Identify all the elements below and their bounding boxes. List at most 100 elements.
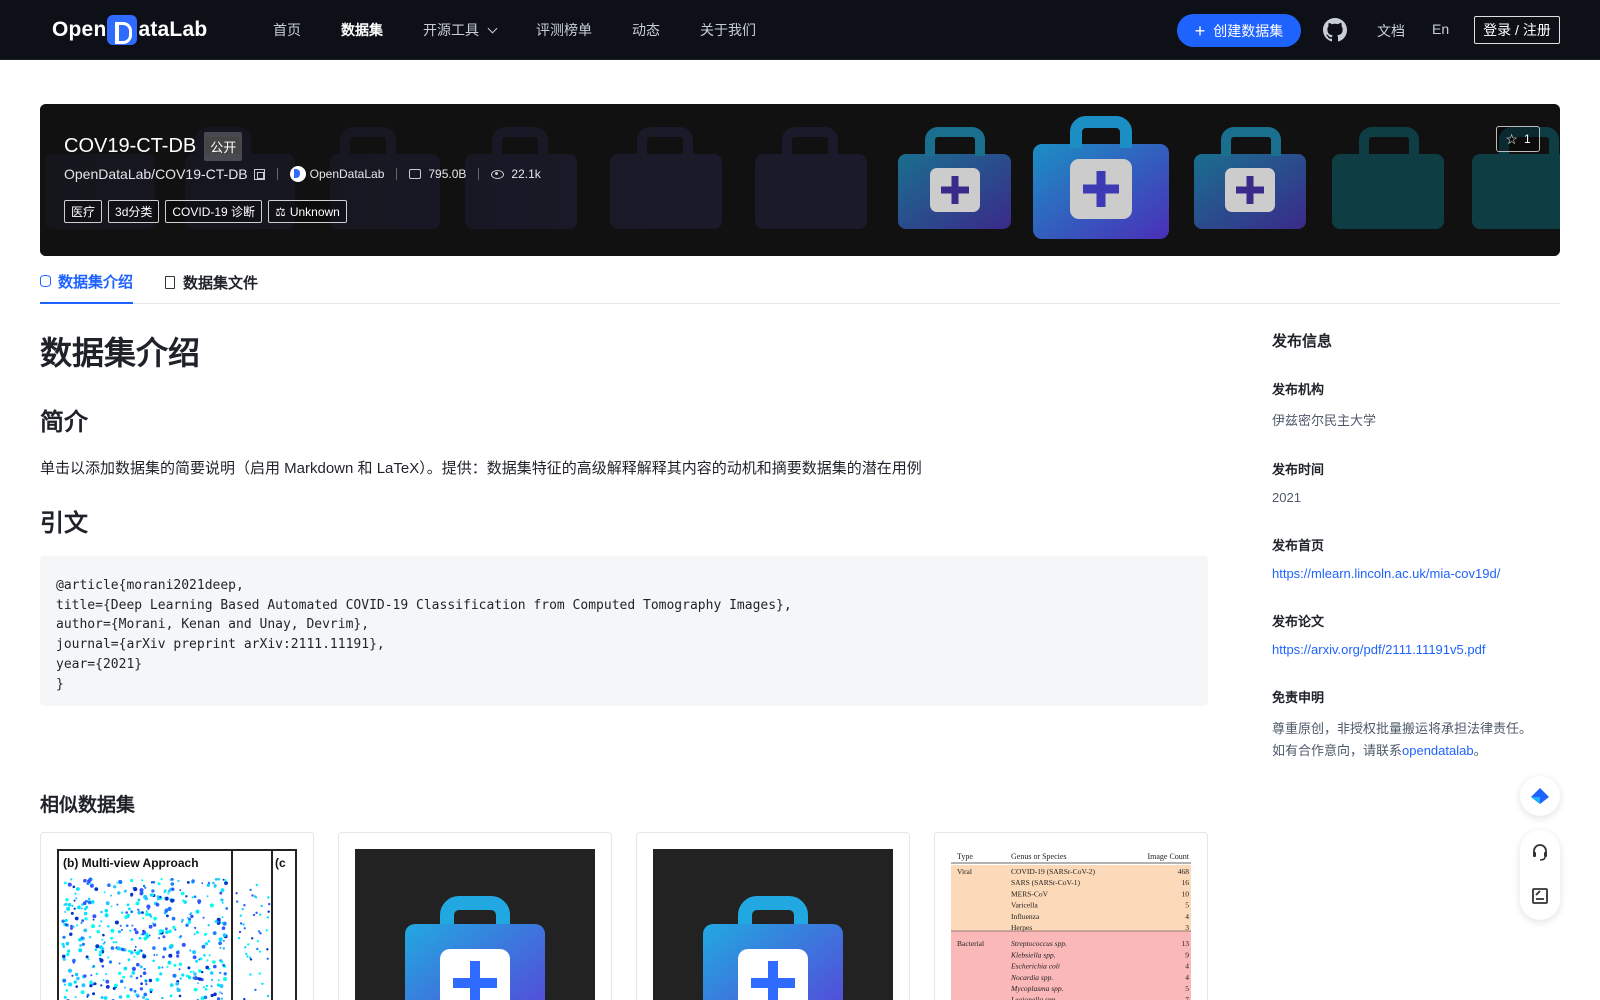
- medkit-icon: [703, 896, 843, 1000]
- dataset-banner: COV19-CT-DB 公开 OpenDataLab/COV19-CT-DB O…: [40, 104, 1560, 256]
- star-count: 1: [1523, 132, 1531, 146]
- table-cell: Varicella: [1011, 901, 1038, 910]
- headset-icon: [1533, 844, 1547, 861]
- thumb-caption: (c: [275, 856, 286, 870]
- floating-toolbar: [1520, 830, 1560, 920]
- feedback-button[interactable]: [1520, 874, 1560, 918]
- star-button[interactable]: ☆ 1: [1496, 126, 1540, 152]
- tag-covid19-diagnosis[interactable]: COVID-19 诊断: [165, 200, 263, 223]
- nav-links: 首页 数据集 开源工具 评测榜单 动态 关于我们: [273, 0, 796, 60]
- table-cell: 13: [1182, 939, 1190, 948]
- similar-dataset-card[interactable]: [636, 832, 910, 1000]
- nav-item-open-source-tools[interactable]: 开源工具: [423, 20, 498, 40]
- table-cell: MERS-CoV: [1011, 889, 1049, 898]
- divider: [276, 168, 278, 180]
- similar-dataset-card[interactable]: Type Genus or Species Image Count Viral COVI…: [934, 832, 1208, 1000]
- citation-line: journal={arXiv preprint arXiv:2111.11191…: [56, 637, 385, 653]
- logo-text-right: ataLab: [138, 18, 208, 41]
- table-cell: Influenza: [1011, 912, 1040, 921]
- nav-item-home[interactable]: 首页: [273, 20, 301, 40]
- tab-label: 数据集介绍: [58, 273, 134, 291]
- paper-label: 发布论文: [1272, 614, 1325, 629]
- time-label: 发布时间: [1272, 462, 1325, 477]
- docs-link[interactable]: 文档: [1377, 21, 1405, 41]
- feishu-button[interactable]: [1520, 776, 1560, 816]
- thumb-caption: (b) Multi-view Approach: [63, 856, 199, 870]
- publish-info-panel: 发布信息 发布机构 伊兹密尔民主大学 发布时间 2021 发布首页 https:…: [1272, 330, 1562, 762]
- scatter-thumbnail-art: (b) Multi-view Approach (c: [61, 851, 286, 1000]
- nav-item-label: 开源工具: [423, 22, 479, 38]
- citation-line: author={Morani, Kenan and Unay, Devrim},: [56, 617, 370, 633]
- table-cell: 468: [1178, 867, 1190, 876]
- citation-line: }: [56, 676, 64, 692]
- medkit-icon: [405, 896, 545, 1000]
- tab-label: 数据集文件: [183, 274, 259, 292]
- storage-icon: [409, 169, 422, 179]
- org-label: 发布机构: [1272, 382, 1325, 397]
- nav-item-leaderboard[interactable]: 评测榜单: [536, 20, 592, 40]
- paper-link[interactable]: https://arxiv.org/pdf/2111.11191v5.pdf: [1272, 642, 1562, 657]
- summary-text[interactable]: 单击以添加数据集的简要说明（启用 Markdown 和 LaTeX）。提供：数据…: [40, 457, 922, 478]
- dataset-repo-path: OpenDataLab/COV19-CT-DB: [64, 166, 248, 182]
- divider: [478, 168, 480, 180]
- create-dataset-button[interactable]: + 创建数据集: [1177, 14, 1301, 47]
- plus-icon: +: [1194, 20, 1206, 41]
- dataset-org[interactable]: OpenDataLab: [310, 167, 385, 181]
- file-icon: [165, 275, 176, 289]
- copy-icon[interactable]: [253, 168, 265, 180]
- dataset-thumbnail: [355, 849, 595, 1000]
- customer-service-button[interactable]: [1520, 830, 1560, 874]
- opendatalab-logo[interactable]: Open ataLab: [52, 14, 207, 46]
- citation-block[interactable]: @article{morani2021deep, title={Deep Lea…: [40, 556, 1208, 706]
- tag-license[interactable]: ⚖ Unknown: [268, 200, 347, 223]
- table-cell: Nocardia spp.: [1010, 973, 1053, 982]
- table-header-cell: Image Count: [1147, 852, 1189, 861]
- logo-text-left: Open: [52, 18, 107, 41]
- star-icon: ☆: [1505, 130, 1518, 147]
- homepage-link[interactable]: https://mlearn.lincoln.ac.uk/mia-cov19d/: [1272, 566, 1562, 581]
- homepage-label: 发布首页: [1272, 538, 1325, 553]
- chevron-down-icon: [487, 23, 498, 33]
- tag-medical[interactable]: 医疗: [64, 200, 103, 223]
- summary-heading: 简介: [40, 409, 88, 436]
- table-cell: 5: [1185, 901, 1189, 910]
- tab-dataset-files[interactable]: 数据集文件: [165, 260, 258, 304]
- dataset-size: 795.0B: [428, 167, 467, 181]
- dataset-thumbnail: [653, 849, 893, 1000]
- dataset-views: 22.1k: [511, 167, 541, 181]
- table-cell: Herpes: [1011, 923, 1032, 932]
- create-dataset-label: 创建数据集: [1213, 22, 1284, 39]
- table-header-cell: Genus or Species: [1011, 852, 1067, 861]
- nav-item-news[interactable]: 动态: [632, 20, 660, 40]
- database-icon: [40, 275, 51, 287]
- similar-dataset-card[interactable]: [338, 832, 612, 1000]
- tag-3d-classification[interactable]: 3d分类: [108, 200, 160, 223]
- contact-link[interactable]: opendatalab: [1402, 743, 1474, 758]
- table-cell: 5: [1185, 984, 1189, 993]
- dataset-meta-row: OpenDataLab/COV19-CT-DB OpenDataLab 795.…: [64, 166, 541, 182]
- dataset-thumbnail: (b) Multi-view Approach (c: [57, 849, 297, 1000]
- table-cell: 9: [1185, 950, 1189, 959]
- feishu-icon: [1531, 788, 1549, 804]
- nav-item-datasets[interactable]: 数据集: [341, 20, 383, 40]
- dataset-tags: 医疗 3d分类 COVID-19 诊断 ⚖ Unknown: [64, 200, 353, 223]
- nav-item-about[interactable]: 关于我们: [700, 20, 756, 40]
- table-cell: Klebsiella spp.: [1010, 950, 1056, 959]
- table-cell: 10: [1182, 889, 1190, 898]
- login-register-button[interactable]: 登录 / 注册: [1474, 16, 1560, 44]
- eye-icon: [491, 169, 505, 179]
- table-cell: COVID-19 (SARSr-CoV-2): [1011, 867, 1095, 876]
- logo-mark-icon: [107, 15, 138, 45]
- table-cell: Legionella spp.: [1010, 995, 1057, 1000]
- disclaimer-prefix: 如有合作意向，请联系: [1272, 743, 1403, 758]
- org-value: 伊兹密尔民主大学: [1272, 413, 1377, 428]
- citation-line: title={Deep Learning Based Automated COV…: [56, 597, 792, 613]
- similar-dataset-card[interactable]: (b) Multi-view Approach (c: [40, 832, 314, 1000]
- citation-heading: 引文: [40, 510, 88, 537]
- edit-note-icon: [1532, 888, 1548, 904]
- github-icon[interactable]: [1323, 18, 1347, 42]
- dataset-thumbnail: Type Genus or Species Image Count Viral COVI…: [951, 849, 1191, 1000]
- scale-icon: ⚖: [275, 204, 286, 219]
- tab-dataset-intro[interactable]: 数据集介绍: [40, 260, 134, 304]
- language-switch[interactable]: En: [1432, 21, 1449, 37]
